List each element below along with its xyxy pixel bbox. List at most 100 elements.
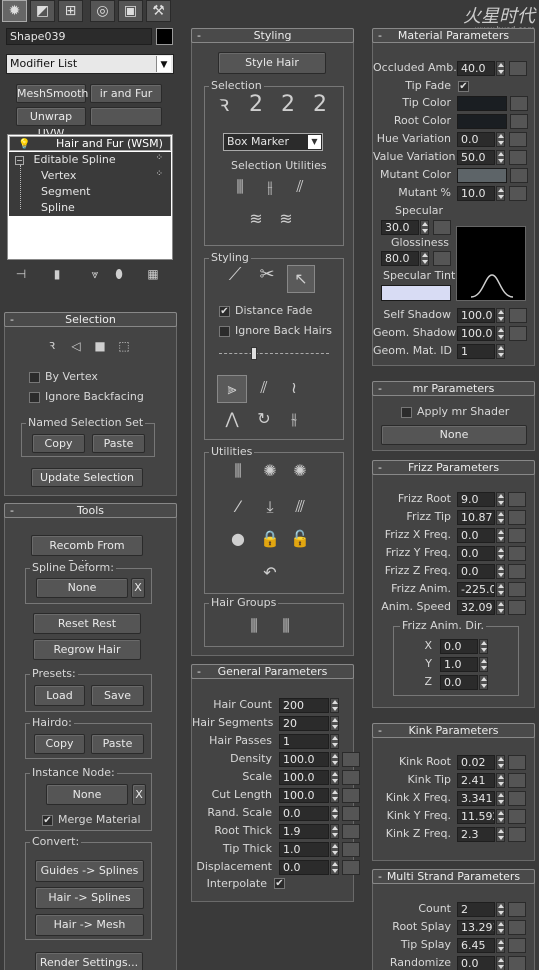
box-marker-dropdown[interactable]: Box Marker ▼ xyxy=(223,133,323,151)
x-field[interactable]: 0.0 xyxy=(440,639,478,654)
presets-save-button[interactable]: Save xyxy=(91,685,144,706)
tip-thick-spinner[interactable] xyxy=(330,842,339,857)
segment-select-icon[interactable]: ◁ xyxy=(67,336,85,356)
invert-selection-icon[interactable]: ⫼ xyxy=(229,177,251,197)
self-shadow-field[interactable]: 100.0 xyxy=(457,308,495,323)
frizz-z-freq-map-button[interactable] xyxy=(508,564,526,579)
general-map-button[interactable] xyxy=(342,842,360,857)
root-color-map-button[interactable] xyxy=(510,114,528,129)
kink-y-freq-map-button[interactable] xyxy=(508,809,526,824)
hair-passes-spinner[interactable] xyxy=(330,734,339,749)
spline-deform-none-button[interactable]: None xyxy=(36,578,128,598)
frizz-x-freq-spinner[interactable] xyxy=(496,528,505,543)
general-map-button[interactable] xyxy=(342,860,360,875)
tab-create[interactable]: ✹ xyxy=(2,0,27,22)
frizz-anim-spinner[interactable] xyxy=(496,582,505,597)
hair-to-splines-button[interactable]: Hair -> Splines xyxy=(35,887,144,909)
pin-stack-icon[interactable]: ⊣ xyxy=(12,264,30,284)
select-root-icon[interactable]: 2 xyxy=(307,94,333,116)
glossiness-map-button[interactable] xyxy=(433,251,451,266)
root-color-swatch[interactable] xyxy=(457,114,507,129)
rotate-icon[interactable]: ↻ xyxy=(251,409,277,429)
displacement-spinner[interactable] xyxy=(330,860,339,875)
kink-z-freq-spinner[interactable] xyxy=(496,827,505,842)
show-end-result-icon[interactable]: ▮ xyxy=(48,264,66,284)
styling-rollout-header[interactable]: - Styling xyxy=(191,28,354,43)
hairdo-paste-button[interactable]: Paste xyxy=(91,734,144,754)
tip-color-map-button[interactable] xyxy=(510,96,528,111)
kink-y-freq-field[interactable]: 11.592 xyxy=(457,809,495,824)
geom-shadow-field[interactable]: 100.0 xyxy=(457,326,495,341)
hair-segments-field[interactable]: 20 xyxy=(279,716,329,731)
bulb-icon[interactable]: 💡 xyxy=(18,139,30,150)
rand-scale-spinner[interactable] xyxy=(330,806,339,821)
hair-passes-field[interactable]: 1 xyxy=(279,734,329,749)
vertex-select-icon[interactable]: ꝛ xyxy=(43,336,61,356)
cube-select-icon[interactable]: ⬚ xyxy=(115,336,133,356)
general-map-button[interactable] xyxy=(342,806,360,821)
pop-selected-icon[interactable]: ✺ xyxy=(257,461,283,481)
named-copy-button[interactable]: Copy xyxy=(32,434,85,453)
select-whole-guide-icon[interactable]: 2 xyxy=(243,94,269,116)
self-shadow-spinner[interactable] xyxy=(496,308,505,323)
glossiness-spinner[interactable] xyxy=(420,251,429,266)
kink-tip-field[interactable]: 2.41 xyxy=(457,773,495,788)
hair-count-field[interactable]: 200 xyxy=(279,698,329,713)
geom-mat-id-spinner[interactable] xyxy=(496,344,505,359)
occluded-amb-map-button[interactable] xyxy=(509,61,527,76)
tab-hierarchy[interactable]: ⊞ xyxy=(58,0,83,22)
material-parameters-header[interactable]: - Material Parameters xyxy=(372,28,535,43)
kink-z-freq-map-button[interactable] xyxy=(508,827,526,842)
frizz-z-freq-spinner[interactable] xyxy=(496,564,505,579)
frizz-y-freq-spinner[interactable] xyxy=(496,546,505,561)
recomb-from-splines-button[interactable]: Recomb From Splines xyxy=(31,535,143,571)
style-hair-button[interactable]: Style Hair xyxy=(218,52,326,74)
randomize-map-button[interactable] xyxy=(508,956,526,970)
randomize-field[interactable]: 0.0 xyxy=(457,956,495,970)
y-field[interactable]: 1.0 xyxy=(440,657,478,672)
self-shadow-map-button[interactable] xyxy=(509,308,527,323)
update-selection-button[interactable]: Update Selection xyxy=(31,468,143,487)
distance-fade-checkbox[interactable]: ✔ xyxy=(219,306,230,317)
stack-item-spline[interactable]: Spline xyxy=(9,200,171,216)
kink-z-freq-field[interactable]: 2.3 xyxy=(457,827,495,842)
displacement-field[interactable]: 0.0 xyxy=(279,860,329,875)
specular-map-button[interactable] xyxy=(433,220,451,235)
merge-group-icon[interactable]: ⫼ xyxy=(273,616,299,636)
select-tool-icon[interactable]: ↖ xyxy=(287,265,315,293)
object-color-swatch[interactable] xyxy=(156,28,173,45)
scale-spinner[interactable] xyxy=(330,770,339,785)
specular-field[interactable]: 30.0 xyxy=(381,220,419,235)
randomize-spinner[interactable] xyxy=(496,956,505,970)
cut-length-spinner[interactable] xyxy=(330,788,339,803)
meshsmooth-button[interactable]: MeshSmooth xyxy=(16,84,88,103)
frizz-y-freq-map-button[interactable] xyxy=(508,546,526,561)
select-hair-by-ends-icon[interactable]: ꝛ xyxy=(211,94,237,116)
puff-roots-icon[interactable]: ≀ xyxy=(281,375,307,403)
value-variation-map-button[interactable] xyxy=(509,150,527,165)
frizz-z-freq-field[interactable]: 0.0 xyxy=(457,564,495,579)
unwrap-uvw-button[interactable]: Unwrap UVW xyxy=(16,107,86,140)
frizz-anim-map-button[interactable] xyxy=(508,582,526,597)
density-field[interactable]: 100.0 xyxy=(279,752,329,767)
geom-mat-id-field[interactable]: 1 xyxy=(457,344,495,359)
root-thick-field[interactable]: 1.9 xyxy=(279,824,329,839)
frizz-tip-map-button[interactable] xyxy=(508,510,526,525)
scale-icon[interactable]: ⫳ xyxy=(281,409,307,429)
spline-select-icon[interactable]: ■ xyxy=(91,336,109,356)
configure-sets-icon[interactable]: ▦ xyxy=(144,264,162,284)
specular-tint-swatch[interactable] xyxy=(381,285,451,301)
pop-zero-icon[interactable]: ✺ xyxy=(287,461,313,481)
kink-y-freq-spinner[interactable] xyxy=(496,809,505,824)
toggle-collisions-icon[interactable]: ⁄ xyxy=(225,497,251,517)
general-map-button[interactable] xyxy=(342,788,360,803)
undo-icon[interactable]: ↶ xyxy=(257,563,283,583)
show-hidden-icon[interactable]: ≋ xyxy=(275,209,297,229)
reset-rest-icon[interactable]: ⫻ xyxy=(287,497,313,517)
root-splay-map-button[interactable] xyxy=(508,920,526,935)
stack-item-editable-spline[interactable]: − Editable Spline ⁘ xyxy=(9,152,171,168)
mr-parameters-header[interactable]: - mr Parameters xyxy=(372,381,535,396)
modifier-stack[interactable]: 💡 Hair and Fur (WSM) − Editable Spline ⁘… xyxy=(7,134,173,260)
tip-splay-map-button[interactable] xyxy=(508,938,526,953)
make-unique-icon[interactable]: ⩔ xyxy=(86,264,104,284)
